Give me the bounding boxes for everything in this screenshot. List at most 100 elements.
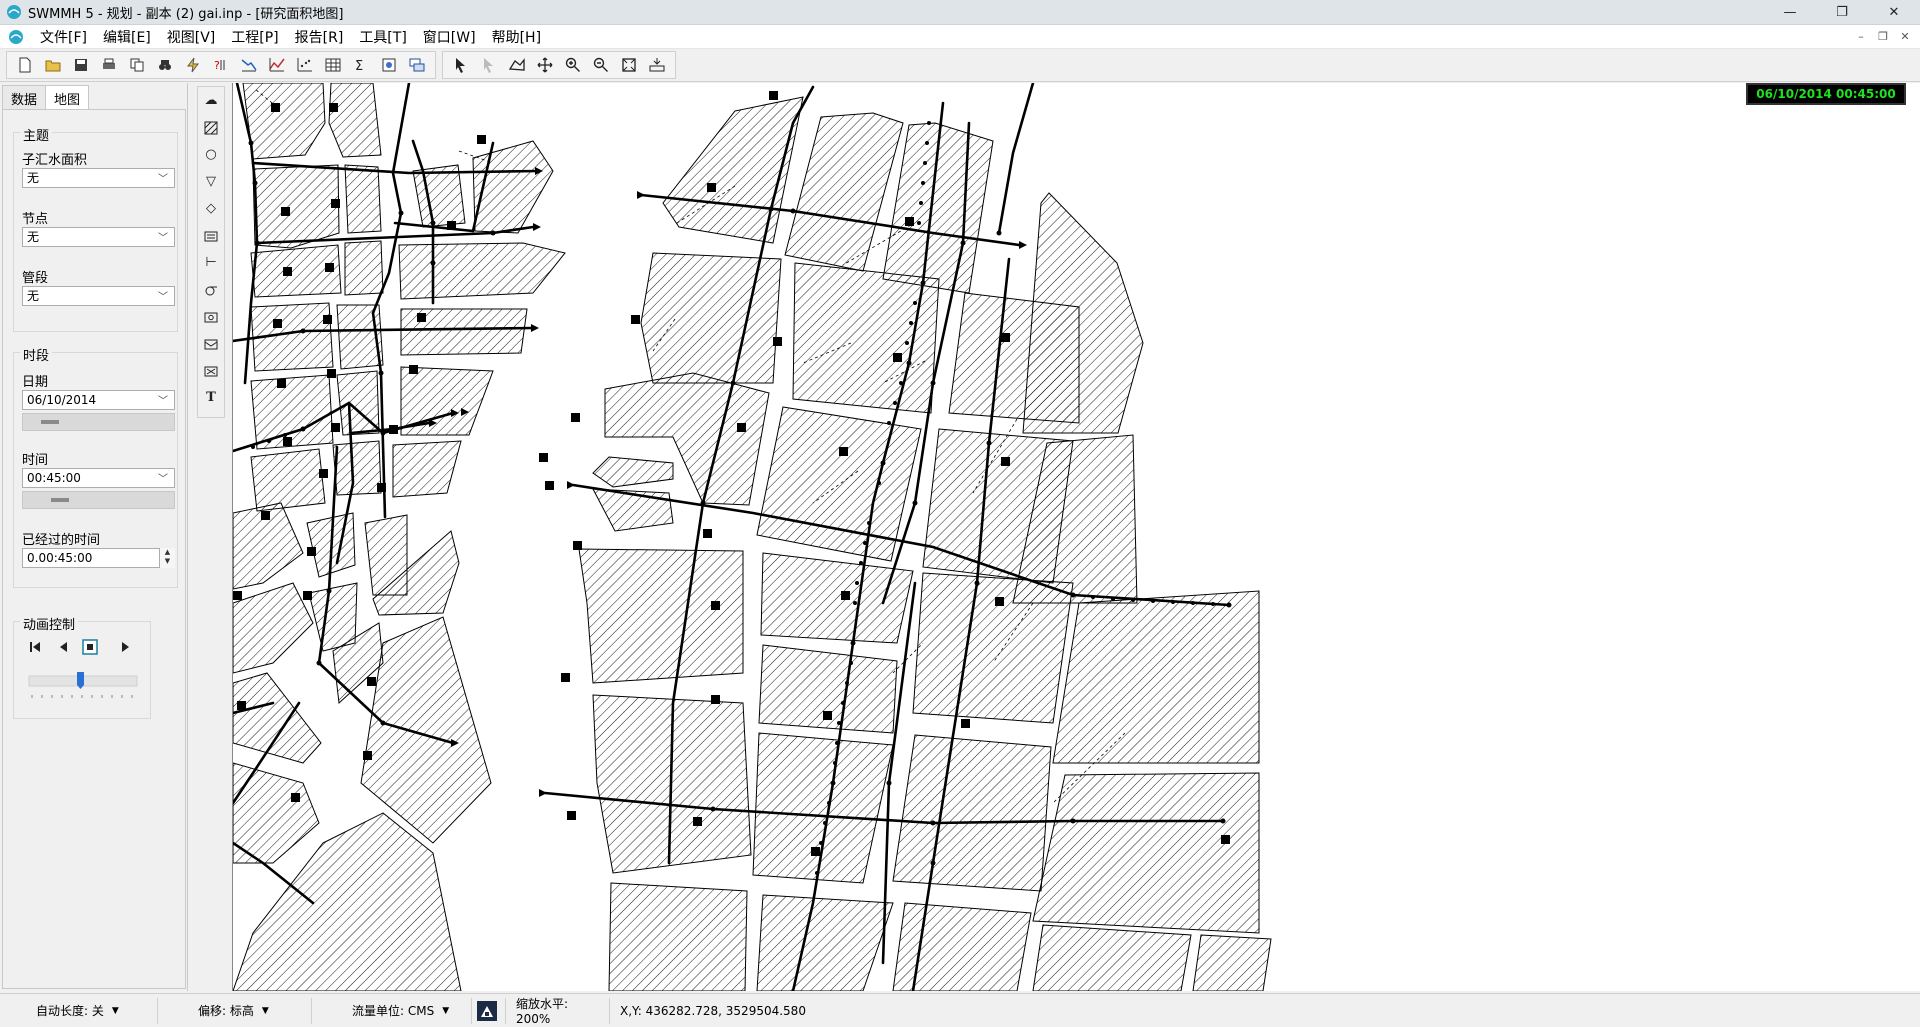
select-object-icon[interactable] (447, 52, 475, 78)
window-title: SWMMH 5 - 规划 - 副本 (2) gai.inp - [研究面积地图] (28, 6, 344, 22)
rain-gage-icon[interactable]: ☁ (198, 87, 224, 114)
open-folder-icon[interactable] (39, 52, 67, 78)
link-label: 管段 (22, 271, 49, 286)
elapsed-time-label: 已经过的时间 (22, 533, 101, 548)
outlet-icon[interactable] (198, 357, 224, 384)
study-area-map[interactable]: 06/10/2014 00:45:00 (232, 83, 1920, 991)
tab-data[interactable]: 数据 (2, 85, 47, 109)
zoom-status: 缩放水平: 200% (506, 997, 610, 1026)
query-icon[interactable]: ? (207, 52, 235, 78)
speed-ticks (31, 695, 133, 698)
full-extent-icon[interactable] (615, 52, 643, 78)
find-icon[interactable] (151, 52, 179, 78)
zoom-out-icon[interactable] (587, 52, 615, 78)
new-file-icon[interactable] (11, 52, 39, 78)
time-period-group-title: 时段 (20, 345, 53, 364)
restore-button[interactable]: ❐ (1816, 0, 1868, 25)
weir-icon[interactable] (198, 330, 224, 357)
zoom-in-icon[interactable] (559, 52, 587, 78)
rewind-icon[interactable] (30, 642, 40, 652)
date-label: 日期 (22, 375, 49, 390)
browser-tabs: 数据 地图 (2, 85, 187, 109)
coordinates-text: X,Y: 436282.728, 3529504.580 (620, 1003, 806, 1018)
save-icon[interactable] (67, 52, 95, 78)
subcatchment-theme-select[interactable]: 无 ﹀ (22, 168, 175, 188)
statistics-icon[interactable]: Σ (347, 52, 375, 78)
measure-icon[interactable] (643, 52, 671, 78)
print-icon[interactable] (95, 52, 123, 78)
node-theme-select[interactable]: 无 ﹀ (22, 227, 175, 247)
zoom-text: 缩放水平: 200% (516, 997, 569, 1026)
time-label: 时间 (22, 453, 49, 468)
map-label-icon[interactable]: T (198, 384, 224, 411)
scatter-plot-icon[interactable] (291, 52, 319, 78)
time-series-plot-icon[interactable] (263, 52, 291, 78)
date-slider[interactable] (22, 413, 175, 431)
time-slider-thumb[interactable] (51, 498, 69, 502)
step-back-icon[interactable] (60, 642, 67, 652)
arrange-windows-icon[interactable] (403, 52, 431, 78)
status-bar: 自动长度: 关 ▼ 偏移: 标高 ▼ 流量单位: CMS ▼ 缩放水平: 200… (0, 993, 1920, 1027)
elapsed-time-spinner[interactable]: 0.00:45:00 ▲ ▼ (22, 548, 175, 568)
mdi-window-icon[interactable] (8, 29, 24, 45)
close-button[interactable]: ✕ (1868, 0, 1920, 25)
svg-text:?: ? (214, 59, 220, 72)
auto-length-status[interactable]: 自动长度: 关 ▼ (0, 997, 158, 1024)
profile-plot-icon[interactable] (235, 52, 263, 78)
chevron-down-icon: ﹀ (158, 292, 168, 303)
chevron-down-icon: ﹀ (158, 233, 168, 244)
menu-project[interactable]: 工程[P] (223, 27, 286, 47)
copy-icon[interactable] (123, 52, 151, 78)
flow-units-text: 流量单位: CMS (352, 1004, 435, 1018)
mdi-minimize-button[interactable]: – (1850, 30, 1872, 43)
menu-help[interactable]: 帮助[H] (484, 27, 549, 47)
menu-view[interactable]: 视图[V] (159, 27, 224, 47)
link-theme-select[interactable]: 无 ﹀ (22, 286, 175, 306)
storage-icon[interactable] (198, 222, 224, 249)
outfall-icon[interactable]: ▽ (198, 168, 224, 195)
date-value: 06/10/2014 (27, 393, 97, 407)
stop-icon[interactable] (82, 639, 98, 655)
play-forward-icon[interactable] (122, 642, 129, 652)
dropdown-arrow-icon: ▼ (442, 1005, 450, 1016)
conduit-icon[interactable]: ⊢ (198, 249, 224, 276)
pump-icon[interactable] (198, 276, 224, 303)
select-region-icon[interactable] (503, 52, 531, 78)
date-select[interactable]: 06/10/2014 ﹀ (22, 390, 175, 410)
chevron-down-icon: ﹀ (158, 474, 168, 485)
network-map[interactable] (233, 83, 1920, 991)
tab-map[interactable]: 地图 (45, 85, 90, 109)
title-bar: SWMMH 5 - 规划 - 副本 (2) gai.inp - [研究面积地图]… (0, 0, 1920, 25)
standard-toolbar: ? Σ (6, 51, 436, 79)
table-icon[interactable] (319, 52, 347, 78)
offset-status[interactable]: 偏移: 标高 ▼ (158, 997, 312, 1024)
mdi-restore-button[interactable]: ❐ (1872, 30, 1894, 43)
orifice-icon[interactable] (198, 303, 224, 330)
run-simulation-icon[interactable] (179, 52, 207, 78)
spin-arrows-icon[interactable]: ▲ ▼ (159, 548, 175, 568)
divider-icon[interactable]: ◇ (198, 195, 224, 222)
subcatchment-icon[interactable] (198, 114, 224, 141)
junction-icon[interactable]: ○ (198, 141, 224, 168)
menu-file[interactable]: 文件[F] (32, 27, 95, 47)
map-options-icon[interactable] (375, 52, 403, 78)
flow-units-status[interactable]: 流量单位: CMS ▼ (312, 997, 472, 1024)
time-slider[interactable] (22, 491, 175, 509)
pan-icon[interactable] (531, 52, 559, 78)
browser-panel: 数据 地图 主题 子汇水面积 无 ﹀ 节点 无 ﹀ 管段 无 ﹀ 时段 日期 0… (0, 83, 188, 991)
node-theme-value: 无 (27, 230, 40, 244)
menu-tools[interactable]: 工具[T] (351, 27, 414, 47)
mdi-close-button[interactable]: ✕ (1894, 30, 1916, 43)
menu-window[interactable]: 窗口[W] (415, 27, 484, 47)
time-value: 00:45:00 (27, 471, 81, 485)
menu-edit[interactable]: 编辑[E] (95, 27, 159, 47)
animation-controls (28, 639, 138, 698)
time-select[interactable]: 00:45:00 ﹀ (22, 468, 175, 488)
date-slider-thumb[interactable] (41, 420, 59, 424)
coordinates-status: X,Y: 436282.728, 3529504.580 (610, 998, 816, 1024)
minimize-button[interactable]: — (1764, 0, 1816, 25)
time-period-group: 时段 日期 06/10/2014 ﹀ 时间 00:45:00 ﹀ 已经过的时间 … (13, 345, 178, 588)
elapsed-time-value: 0.00:45:00 (27, 551, 93, 565)
select-vertex-icon[interactable] (475, 52, 503, 78)
menu-report[interactable]: 报告[R] (287, 27, 352, 47)
